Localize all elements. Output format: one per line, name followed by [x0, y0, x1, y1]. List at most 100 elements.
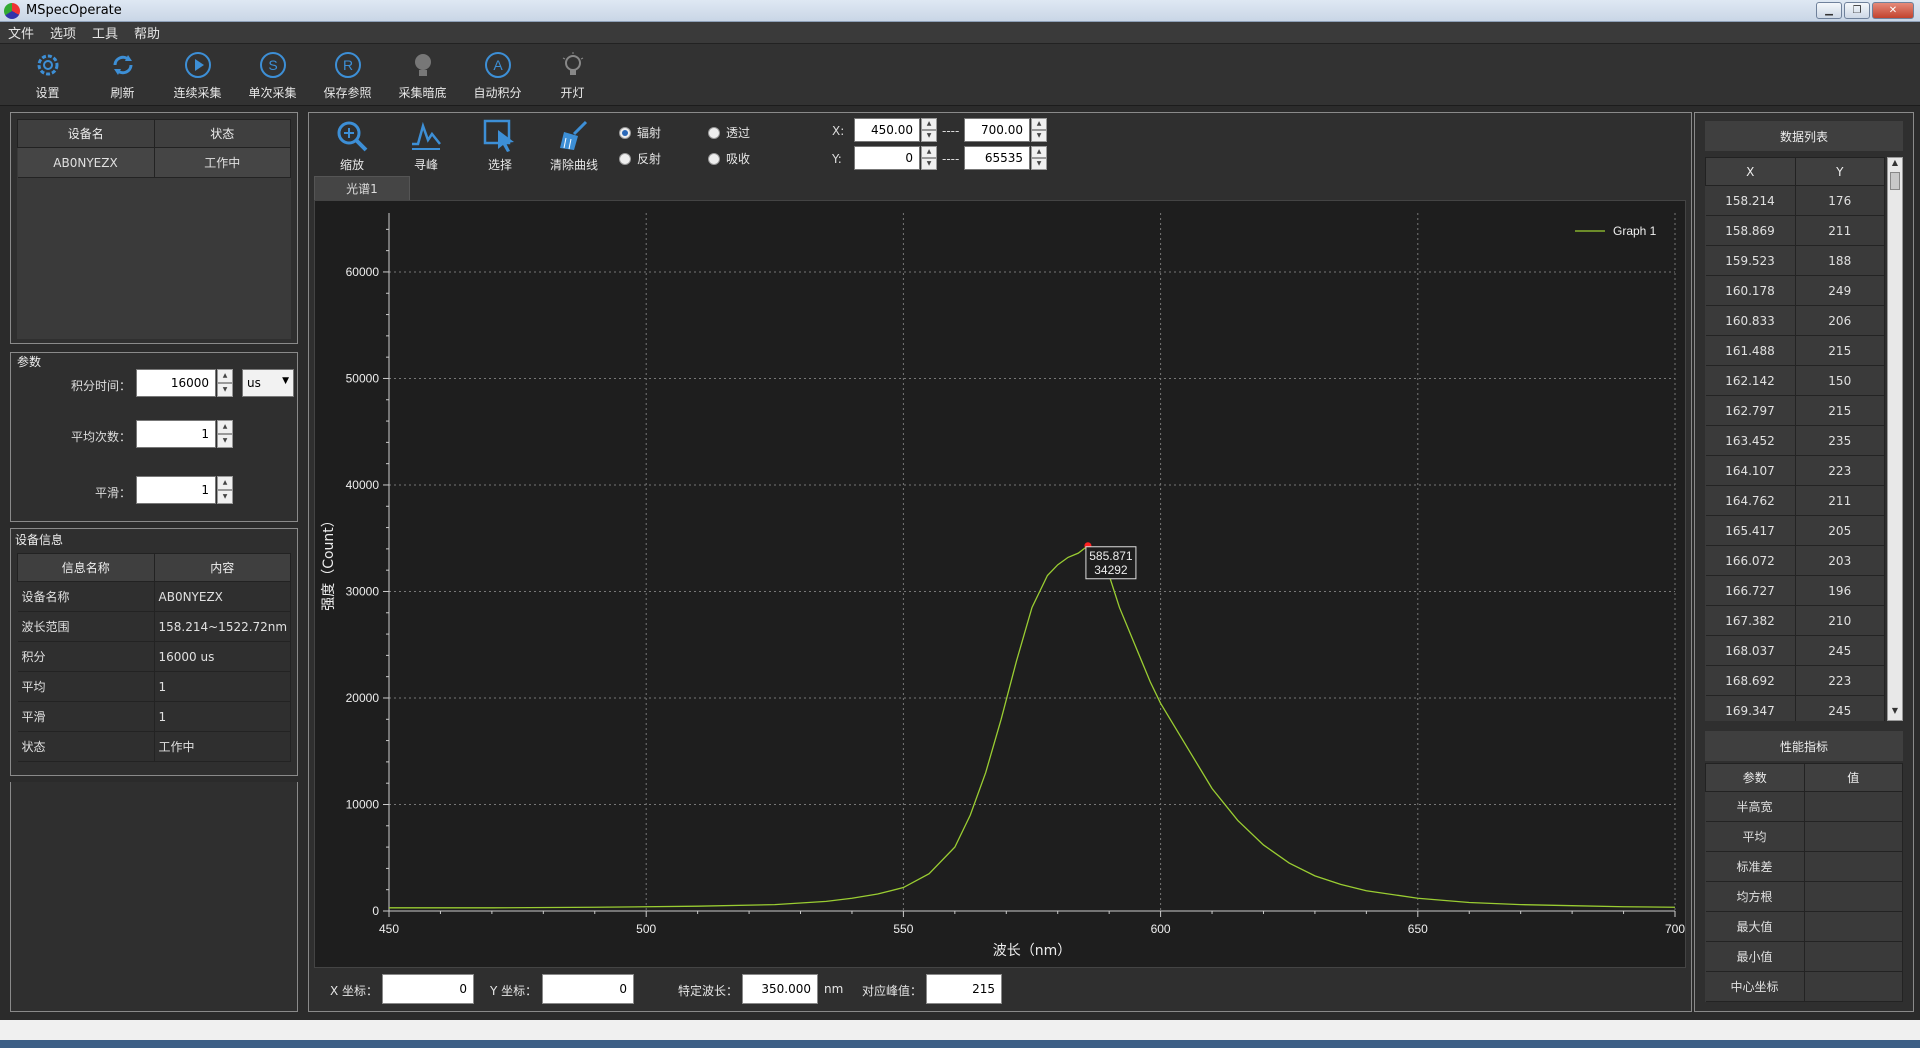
light-on-button[interactable]: 开灯	[535, 44, 610, 106]
y-max-stepper[interactable]: 65535 ▲ ▼	[964, 146, 1047, 170]
mode-reflection-radio[interactable]: 反射	[619, 150, 661, 167]
mode-emission-radio[interactable]: 辐射	[619, 124, 661, 141]
select-button[interactable]: 选择	[470, 112, 530, 174]
x-max-stepper[interactable]: 700.00 ▲ ▼	[964, 118, 1047, 142]
y-min-input[interactable]: 0	[854, 146, 920, 170]
spin-down-icon[interactable]: ▼	[921, 158, 937, 170]
spin-up-icon[interactable]: ▲	[217, 476, 233, 490]
table-row[interactable]: 167.382 210	[1705, 605, 1885, 636]
single-capture-label: 单次采集	[248, 85, 297, 100]
average-count-stepper[interactable]: 1 ▲ ▼	[136, 420, 233, 448]
table-row[interactable]: 164.762 211	[1705, 485, 1885, 516]
mode-transmission-radio[interactable]: 透过	[708, 124, 750, 141]
device-name-cell: AB0NYEZX	[17, 147, 155, 178]
table-row[interactable]: 163.452 235	[1705, 425, 1885, 456]
unit-value: us	[247, 376, 261, 390]
continuous-capture-button[interactable]: 连续采集	[160, 44, 235, 106]
y-max-input[interactable]: 65535	[964, 146, 1030, 170]
save-reference-button[interactable]: R 保存参照	[310, 44, 385, 106]
smooth-input[interactable]: 1	[136, 476, 216, 504]
table-row[interactable]: 162.797 215	[1705, 395, 1885, 426]
settings-button[interactable]: 设置	[10, 44, 85, 106]
spectrum-chart[interactable]: 450 500 550 600 650 700 0 10000 20000 30000 40000 5…	[314, 200, 1686, 968]
x-max-input[interactable]: 700.00	[964, 118, 1030, 142]
clear-curve-button[interactable]: 清除曲线	[544, 112, 604, 174]
mode-absorption-radio[interactable]: 吸收	[708, 150, 750, 167]
spin-down-icon[interactable]: ▼	[217, 434, 233, 448]
table-row[interactable]: AB0NYEZX 工作中	[17, 147, 291, 178]
zoom-label: 缩放	[339, 158, 364, 172]
peak-tooltip-y: 34292	[1094, 563, 1128, 577]
smooth-label: 平滑：	[95, 486, 132, 500]
table-row[interactable]: 169.347 245	[1705, 695, 1885, 721]
integration-time-label: 积分时间：	[71, 379, 132, 393]
device-list-panel: 设备名 状态 AB0NYEZX 工作中	[10, 112, 298, 344]
y-min-stepper[interactable]: 0 ▲ ▼	[854, 146, 937, 170]
auto-integration-button[interactable]: A 自动积分	[460, 44, 535, 106]
spin-down-icon[interactable]: ▼	[921, 130, 937, 142]
integration-time-stepper[interactable]: 16000 ▲ ▼	[136, 369, 233, 397]
data-list-scrollbar[interactable]: ▲ ▼	[1887, 157, 1903, 721]
tab-spectrum-1[interactable]: 光谱1	[314, 176, 410, 200]
peak-value-field[interactable]: 215	[926, 974, 1002, 1004]
scrollbar-thumb[interactable]	[1890, 172, 1900, 190]
table-row[interactable]: 166.072 203	[1705, 545, 1885, 576]
x-min-stepper[interactable]: 450.00 ▲ ▼	[854, 118, 937, 142]
spin-down-icon[interactable]: ▼	[217, 383, 233, 397]
table-row[interactable]: 160.178 249	[1705, 275, 1885, 306]
specific-wavelength-field[interactable]: 350.000	[742, 974, 818, 1004]
capture-dark-button[interactable]: 采集暗底	[385, 44, 460, 106]
spin-up-icon[interactable]: ▲	[921, 146, 937, 158]
refresh-button[interactable]: 刷新	[85, 44, 160, 106]
app-icon	[4, 3, 20, 19]
single-capture-button[interactable]: S 单次采集	[235, 44, 310, 106]
integration-time-input[interactable]: 16000	[136, 369, 216, 397]
spin-up-icon[interactable]: ▲	[1031, 146, 1047, 158]
spin-down-icon[interactable]: ▼	[1031, 158, 1047, 170]
table-row[interactable]: 158.869 211	[1705, 215, 1885, 246]
zoom-button[interactable]: 缩放	[322, 112, 382, 174]
save-reference-icon: R	[334, 51, 361, 78]
scroll-down-icon[interactable]: ▼	[1888, 706, 1902, 720]
svg-text:A: A	[493, 57, 503, 73]
scroll-up-icon[interactable]: ▲	[1888, 158, 1902, 172]
peak-find-button[interactable]: 寻峰	[396, 112, 456, 174]
menu-help[interactable]: 帮助	[134, 23, 160, 42]
table-row[interactable]: 162.142 150	[1705, 365, 1885, 396]
close-button[interactable]: ✕	[1872, 2, 1914, 19]
menu-file[interactable]: 文件	[8, 23, 34, 42]
table-row[interactable]: 165.417 205	[1705, 515, 1885, 546]
table-row[interactable]: 160.833 206	[1705, 305, 1885, 336]
data-x-cell: 158.214	[1705, 185, 1796, 216]
table-row[interactable]: 159.523 188	[1705, 245, 1885, 276]
x-min-input[interactable]: 450.00	[854, 118, 920, 142]
table-row[interactable]: 164.107 223	[1705, 455, 1885, 486]
spin-up-icon[interactable]: ▲	[1031, 118, 1047, 130]
data-x-cell: 162.797	[1705, 395, 1796, 426]
menu-options[interactable]: 选项	[50, 23, 76, 42]
spin-down-icon[interactable]: ▼	[217, 490, 233, 504]
table-row[interactable]: 166.727 196	[1705, 575, 1885, 606]
spin-up-icon[interactable]: ▲	[921, 118, 937, 130]
table-row[interactable]: 158.214 176	[1705, 185, 1885, 216]
minimize-button[interactable]: ▁	[1816, 2, 1842, 19]
table-row: 中心坐标	[1705, 971, 1903, 1002]
spin-down-icon[interactable]: ▼	[1031, 130, 1047, 142]
mode-absorption-label: 吸收	[726, 152, 751, 166]
perf-param-cell: 平均	[1705, 821, 1805, 852]
smooth-stepper[interactable]: 1 ▲ ▼	[136, 476, 233, 504]
spin-up-icon[interactable]: ▲	[217, 369, 233, 383]
perf-value-cell	[1804, 851, 1903, 882]
unit-select[interactable]: us ▼	[242, 369, 294, 397]
menu-tools[interactable]: 工具	[92, 23, 118, 42]
table-row: 设备名称 AB0NYEZX	[17, 581, 291, 612]
table-row[interactable]: 161.488 215	[1705, 335, 1885, 366]
restore-button[interactable]: ❐	[1844, 2, 1870, 19]
chart-svg: 450 500 550 600 650 700 0 10000 20000 30000 40000 5…	[321, 213, 1685, 959]
average-count-input[interactable]: 1	[136, 420, 216, 448]
y-coord-field[interactable]: 0	[542, 974, 634, 1004]
table-row[interactable]: 168.692 223	[1705, 665, 1885, 696]
table-row[interactable]: 168.037 245	[1705, 635, 1885, 666]
spin-up-icon[interactable]: ▲	[217, 420, 233, 434]
x-coord-field[interactable]: 0	[382, 974, 474, 1004]
